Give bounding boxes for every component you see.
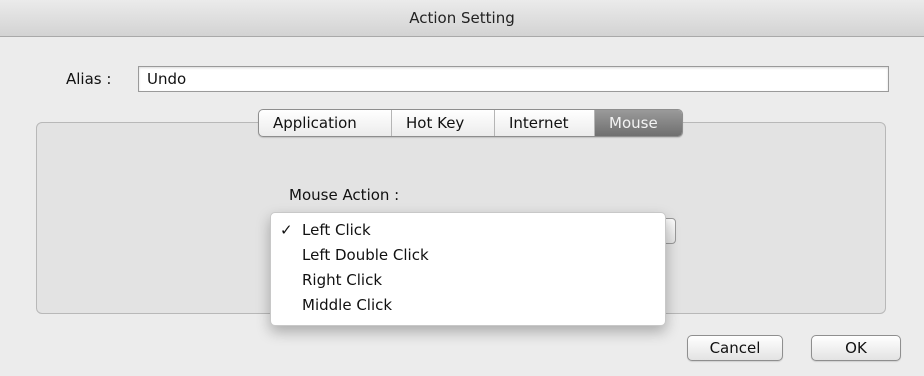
action-type-tabs: Application Hot Key Internet Mouse: [258, 109, 683, 137]
menu-item-right-click[interactable]: Right Click: [271, 268, 665, 293]
cancel-button[interactable]: Cancel: [687, 335, 783, 361]
menu-item-label: Left Double Click: [302, 246, 429, 264]
alias-input[interactable]: [138, 66, 889, 92]
title-bar[interactable]: Action Setting: [0, 0, 924, 37]
mouse-action-menu: ✓ Left Click Left Double Click Right Cli…: [270, 212, 666, 326]
menu-item-left-double-click[interactable]: Left Double Click: [271, 243, 665, 268]
menu-item-middle-click[interactable]: Middle Click: [271, 293, 665, 318]
alias-label: Alias :: [66, 70, 112, 88]
menu-item-left-click[interactable]: ✓ Left Click: [271, 218, 665, 243]
menu-item-label: Middle Click: [302, 296, 393, 314]
action-setting-window: Action Setting Alias : Application Hot K…: [0, 0, 924, 376]
tab-internet[interactable]: Internet: [495, 110, 595, 136]
menu-item-label: Right Click: [302, 271, 383, 289]
tab-application[interactable]: Application: [259, 110, 392, 136]
window-title: Action Setting: [409, 9, 515, 27]
tab-hot-key[interactable]: Hot Key: [392, 110, 495, 136]
tab-mouse[interactable]: Mouse: [595, 110, 682, 136]
ok-button[interactable]: OK: [811, 335, 901, 361]
mouse-action-label: Mouse Action :: [289, 186, 400, 204]
menu-item-label: Left Click: [302, 221, 371, 239]
checkmark-icon: ✓: [280, 221, 293, 239]
